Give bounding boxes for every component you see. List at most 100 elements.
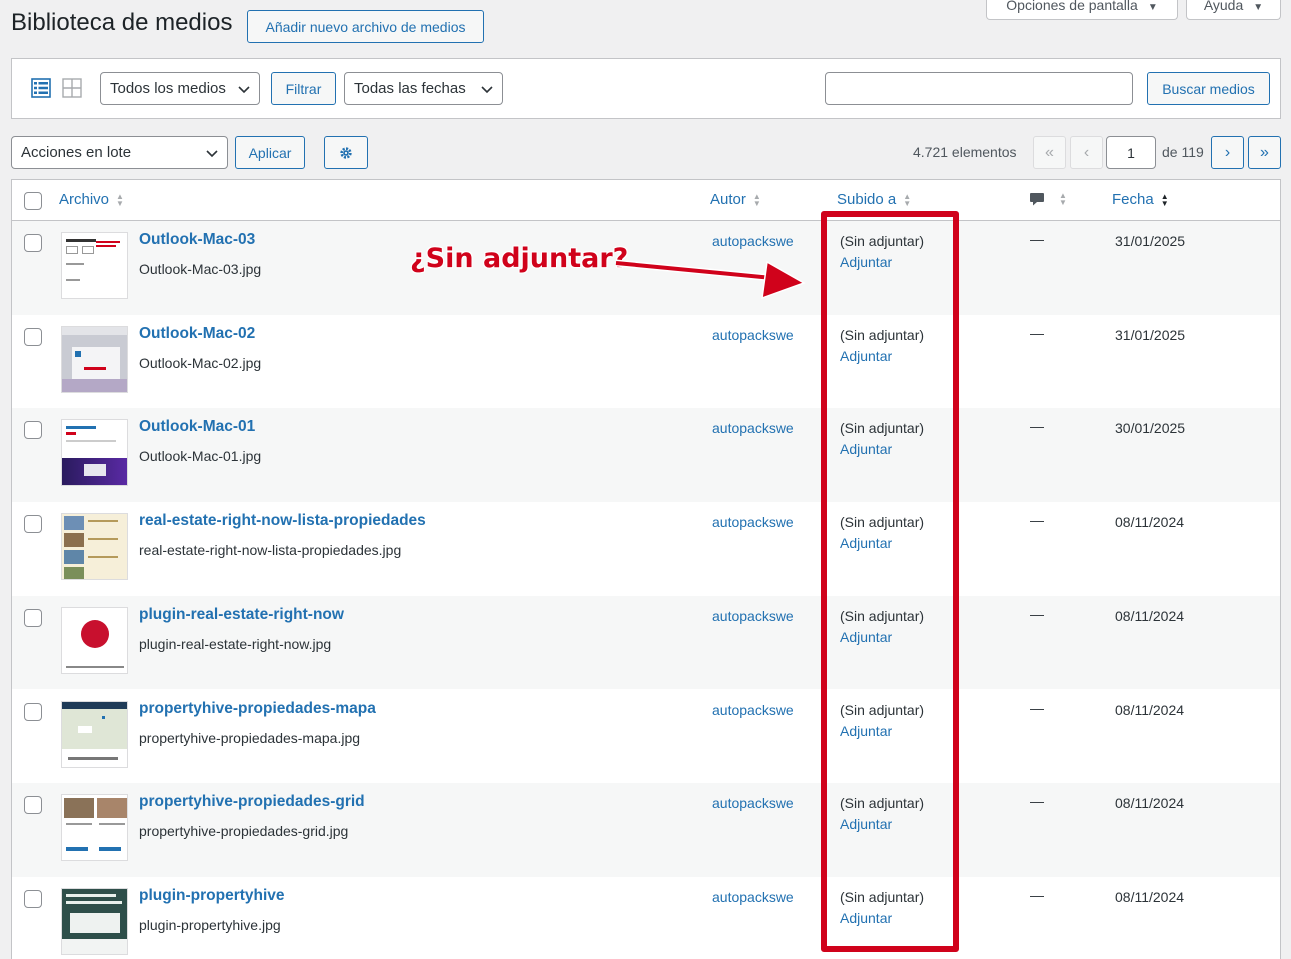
upload-date: 30/01/2025 xyxy=(1115,420,1186,437)
column-author[interactable]: Autor ▲ ▼ xyxy=(710,191,761,208)
attach-link[interactable]: Adjuntar xyxy=(840,629,892,645)
sort-icon: ▲ ▼ xyxy=(116,191,124,208)
bulk-actions-value: Acciones en lote xyxy=(21,144,132,161)
current-page-input[interactable]: 1 xyxy=(1106,136,1156,169)
table-row: propertyhive-propiedades-grid propertyhi… xyxy=(12,783,1280,877)
apply-button[interactable]: Aplicar xyxy=(235,136,305,169)
sort-desc-icon: ▲ ▼ xyxy=(1160,191,1169,208)
media-filename: propertyhive-propiedades-grid.jpg xyxy=(139,823,349,840)
sort-icon: ▲ ▼ xyxy=(1059,191,1067,207)
help-label: Ayuda xyxy=(1203,0,1244,13)
next-page-button[interactable]: › xyxy=(1211,136,1244,169)
table-row: Outlook-Mac-02 Outlook-Mac-02.jpg autopa… xyxy=(12,315,1280,409)
select-all-checkbox[interactable] xyxy=(24,192,42,210)
media-title-link[interactable]: plugin-real-estate-right-now xyxy=(139,606,344,624)
upload-date: 08/11/2024 xyxy=(1115,514,1185,531)
attach-link[interactable]: Adjuntar xyxy=(840,348,892,364)
page-title: Biblioteca de medios xyxy=(11,9,233,36)
media-type-select[interactable]: Todos los medios xyxy=(100,72,260,105)
table-header: Archivo ▲ ▼ Autor ▲ ▼ Subido a ▲ ▼ ▲ ▼ Fecha… xyxy=(12,180,1280,221)
row-checkbox[interactable] xyxy=(24,796,42,815)
bulk-actions-select[interactable]: Acciones en lote xyxy=(11,136,228,169)
row-checkbox[interactable] xyxy=(24,515,42,534)
add-new-media-button[interactable]: Añadir nuevo archivo de medios xyxy=(247,10,484,43)
attach-link[interactable]: Adjuntar xyxy=(840,723,892,739)
author-link[interactable]: autopackswe xyxy=(712,702,794,718)
gear-icon xyxy=(340,146,352,159)
row-checkbox[interactable] xyxy=(24,234,42,252)
upload-date: 08/11/2024 xyxy=(1115,607,1185,624)
uploaded-to-status: (Sin adjuntar) xyxy=(840,233,925,249)
uploaded-to-status: (Sin adjuntar) xyxy=(840,514,925,531)
author-link[interactable]: autopackswe xyxy=(712,795,794,811)
annotation-label: ¿Sin adjuntar? xyxy=(410,243,629,274)
column-author-label: Autor xyxy=(710,191,746,208)
media-title-link[interactable]: Outlook-Mac-03 xyxy=(139,231,255,249)
media-search-input[interactable] xyxy=(825,72,1133,105)
author-link[interactable]: autopackswe xyxy=(712,514,794,530)
author-link[interactable]: autopackswe xyxy=(712,233,794,249)
comment-count: — xyxy=(1030,231,1044,247)
media-filename: propertyhive-propiedades-mapa.jpg xyxy=(139,729,361,746)
table-row: plugin-propertyhive plugin-propertyhive.… xyxy=(12,877,1280,959)
column-file-label: Archivo xyxy=(59,191,110,208)
upload-date: 08/11/2024 xyxy=(1115,701,1185,718)
author-link[interactable]: autopackswe xyxy=(712,327,794,343)
first-page-button: « xyxy=(1033,136,1066,169)
media-thumbnail[interactable] xyxy=(61,606,128,674)
media-title-link[interactable]: Outlook-Mac-02 xyxy=(139,325,255,343)
date-filter-value: Todas las fechas xyxy=(354,80,466,97)
table-row: Outlook-Mac-01 Outlook-Mac-01.jpg autopa… xyxy=(12,408,1280,503)
media-title-link[interactable]: plugin-propertyhive xyxy=(139,887,285,905)
row-checkbox[interactable] xyxy=(24,889,42,908)
dropdown-arrow-icon: ▼ xyxy=(1253,2,1264,13)
row-checkbox[interactable] xyxy=(24,421,42,440)
list-view-icon[interactable] xyxy=(31,78,51,98)
screen-options-tab[interactable]: Opciones de pantalla ▼ xyxy=(986,0,1178,20)
uploaded-to-status: (Sin adjuntar) xyxy=(840,701,925,718)
search-media-button[interactable]: Buscar medios xyxy=(1147,72,1270,105)
media-thumbnail[interactable] xyxy=(61,232,128,299)
attach-link[interactable]: Adjuntar xyxy=(840,910,892,926)
media-thumbnail[interactable] xyxy=(61,700,128,768)
media-title-link[interactable]: Outlook-Mac-01 xyxy=(139,418,255,436)
media-title-link[interactable]: real-estate-right-now-lista-propiedades xyxy=(139,512,426,530)
settings-button[interactable] xyxy=(324,136,368,169)
media-thumbnail[interactable] xyxy=(61,887,128,955)
media-thumbnail[interactable] xyxy=(61,513,128,581)
column-comments[interactable]: ▲ ▼ xyxy=(1029,191,1067,207)
column-file[interactable]: Archivo ▲ ▼ xyxy=(59,191,124,208)
chevron-down-icon xyxy=(238,86,250,94)
uploaded-to-status: (Sin adjuntar) xyxy=(840,888,925,905)
comment-count: — xyxy=(1030,793,1044,810)
comment-count: — xyxy=(1030,324,1044,341)
author-link[interactable]: autopackswe xyxy=(712,420,794,436)
author-link[interactable]: autopackswe xyxy=(712,889,794,905)
row-checkbox[interactable] xyxy=(24,327,42,346)
media-filter-bar: Todos los medios Filtrar Todas las fecha… xyxy=(11,58,1281,119)
media-thumbnail[interactable] xyxy=(61,794,128,862)
column-uploaded-to[interactable]: Subido a ▲ ▼ xyxy=(837,191,911,208)
row-checkbox[interactable] xyxy=(24,608,42,627)
filter-button[interactable]: Filtrar xyxy=(271,72,336,105)
media-thumbnail[interactable] xyxy=(61,325,128,393)
help-tab[interactable]: Ayuda ▼ xyxy=(1186,0,1281,20)
media-title-link[interactable]: propertyhive-propiedades-grid xyxy=(139,793,365,811)
attach-link[interactable]: Adjuntar xyxy=(840,254,892,270)
media-thumbnail[interactable] xyxy=(61,419,128,487)
column-uploaded-to-label: Subido a xyxy=(837,191,897,208)
comment-count: — xyxy=(1030,512,1044,529)
media-title-link[interactable]: propertyhive-propiedades-mapa xyxy=(139,700,376,718)
column-date[interactable]: Fecha ▲ ▼ xyxy=(1112,191,1169,208)
media-filename: Outlook-Mac-03.jpg xyxy=(139,261,262,277)
author-link[interactable]: autopackswe xyxy=(712,608,794,624)
media-filename: Outlook-Mac-02.jpg xyxy=(139,354,262,371)
comment-count: — xyxy=(1030,418,1044,435)
last-page-button[interactable]: » xyxy=(1248,136,1281,169)
grid-view-icon[interactable] xyxy=(62,78,82,98)
attach-link[interactable]: Adjuntar xyxy=(840,816,892,832)
attach-link[interactable]: Adjuntar xyxy=(840,535,892,551)
date-filter-select[interactable]: Todas las fechas xyxy=(344,72,503,105)
row-checkbox[interactable] xyxy=(24,702,42,721)
attach-link[interactable]: Adjuntar xyxy=(840,441,892,457)
